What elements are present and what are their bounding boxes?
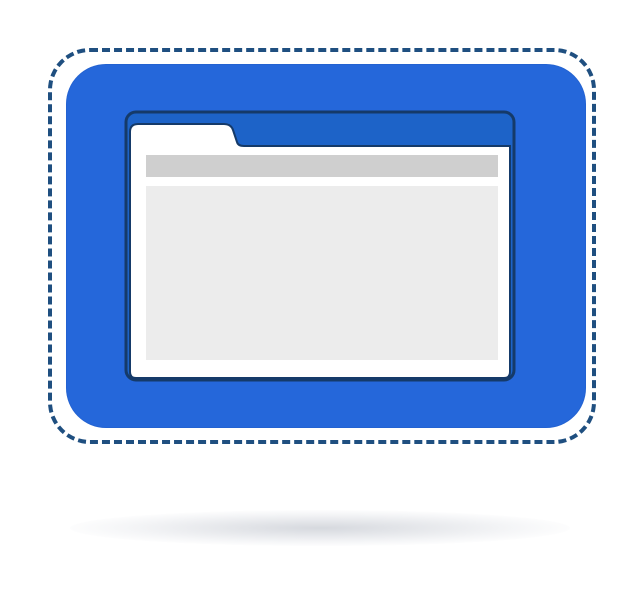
content-area <box>146 186 498 360</box>
address-bar <box>146 155 498 177</box>
browser-window-icon <box>124 110 516 382</box>
folder-window-illustration <box>0 0 642 597</box>
ground-shadow <box>70 510 570 546</box>
